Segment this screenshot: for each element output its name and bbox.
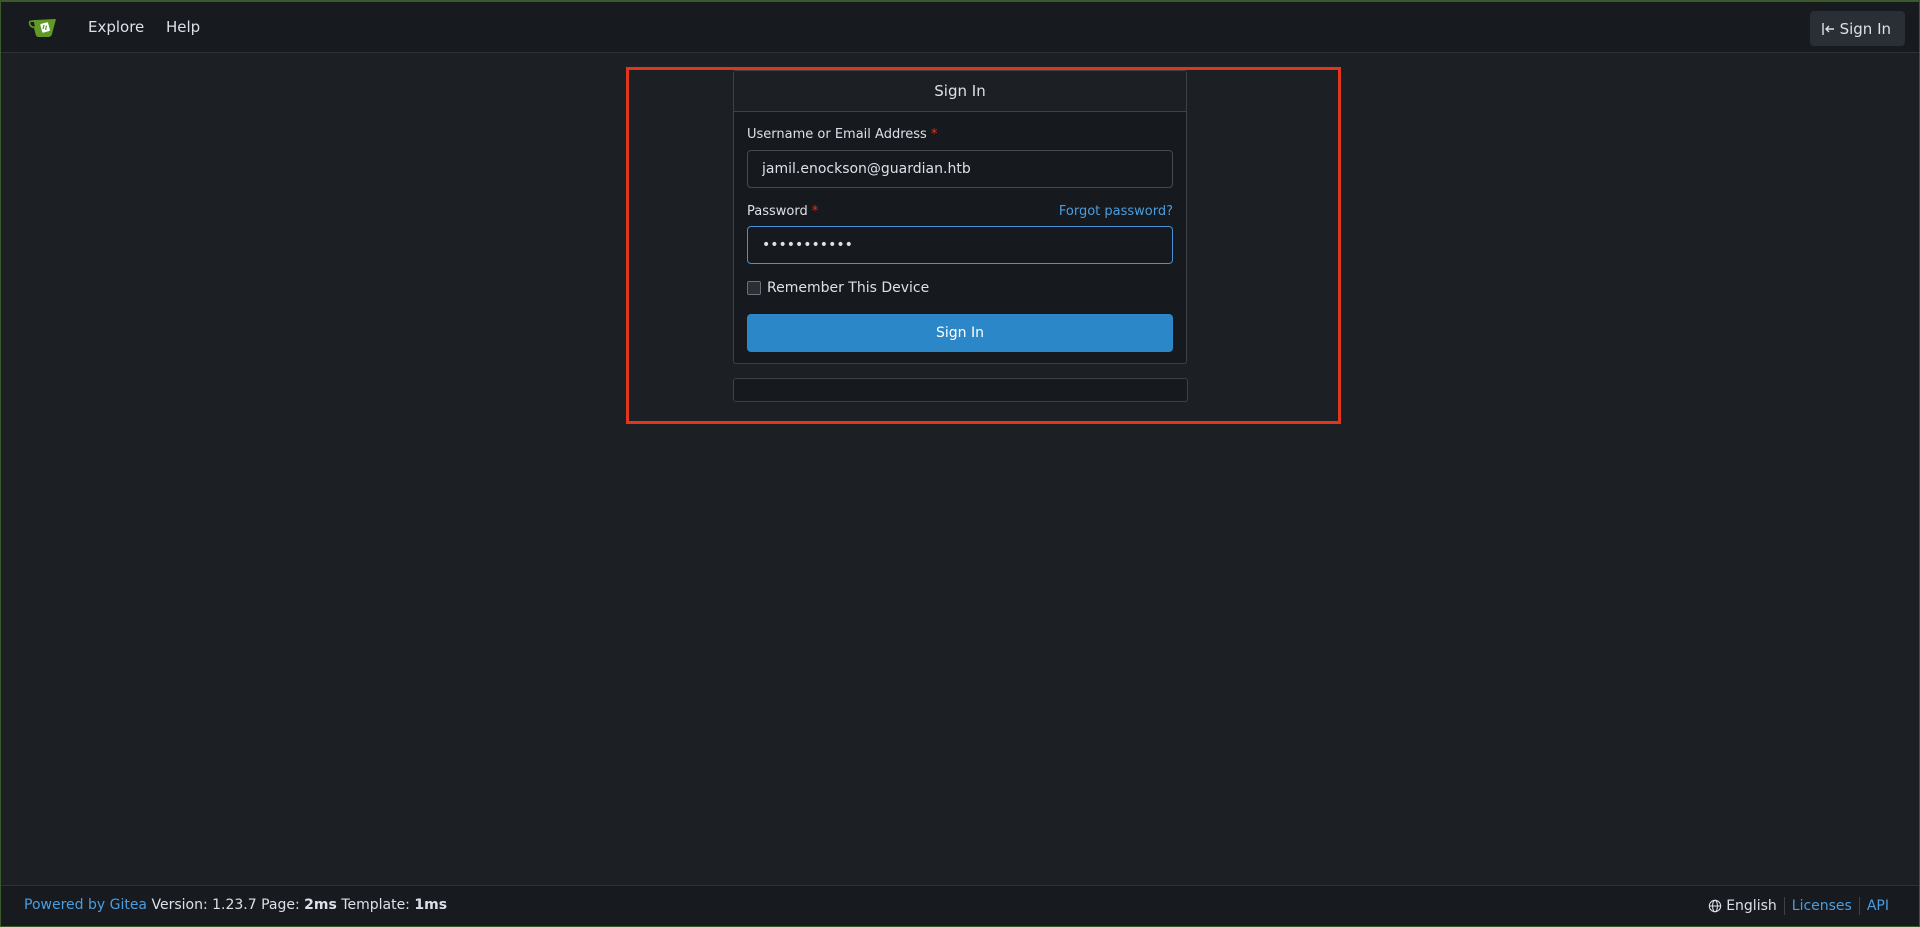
footer-info: Powered by Gitea Version: 1.23.7 Page: 2… bbox=[24, 897, 447, 913]
required-mark: * bbox=[811, 204, 819, 219]
required-mark: * bbox=[930, 127, 938, 142]
footer: Powered by Gitea Version: 1.23.7 Page: 2… bbox=[1, 885, 1919, 926]
version-text: Version: 1.23.7 Page: bbox=[151, 897, 300, 913]
globe-icon bbox=[1708, 899, 1722, 913]
nav-help-link[interactable]: Help bbox=[166, 18, 200, 36]
page-time: 2ms bbox=[304, 897, 337, 913]
nav-explore-link[interactable]: Explore bbox=[88, 18, 144, 36]
template-text: Template: bbox=[341, 897, 410, 913]
nav-signin-button[interactable]: Sign In bbox=[1809, 11, 1905, 46]
forgot-password-link[interactable]: Forgot password? bbox=[1059, 204, 1173, 219]
sign-in-icon bbox=[1821, 22, 1834, 35]
remember-device-row: Remember This Device bbox=[747, 280, 929, 296]
secondary-panel bbox=[733, 378, 1188, 402]
username-label-text: Username or Email Address bbox=[747, 127, 927, 142]
username-label: Username or Email Address * bbox=[747, 127, 937, 142]
remember-device-checkbox[interactable] bbox=[747, 281, 761, 295]
gitea-logo-icon[interactable] bbox=[27, 16, 59, 40]
remember-device-label[interactable]: Remember This Device bbox=[767, 280, 929, 296]
footer-links: English Licenses API bbox=[1708, 897, 1889, 915]
powered-by-gitea-link[interactable]: Powered by Gitea bbox=[24, 897, 147, 913]
navbar: Explore Help Sign In bbox=[1, 2, 1919, 53]
signin-card-header: Sign In bbox=[734, 71, 1186, 112]
signin-submit-label: Sign In bbox=[936, 325, 984, 341]
language-selector[interactable]: English bbox=[1708, 898, 1777, 914]
password-label: Password * bbox=[747, 204, 818, 219]
nav-signin-label: Sign In bbox=[1839, 19, 1891, 38]
username-input[interactable] bbox=[747, 150, 1173, 188]
api-link[interactable]: API bbox=[1867, 898, 1889, 914]
password-input[interactable] bbox=[747, 226, 1173, 264]
footer-divider bbox=[1858, 897, 1860, 915]
signin-title: Sign In bbox=[934, 82, 986, 100]
template-time: 1ms bbox=[414, 897, 448, 913]
licenses-link[interactable]: Licenses bbox=[1792, 898, 1852, 914]
language-label: English bbox=[1726, 898, 1777, 914]
password-label-text: Password bbox=[747, 204, 808, 219]
signin-submit-button[interactable]: Sign In bbox=[747, 314, 1173, 352]
signin-card: Sign In Username or Email Address* Passw… bbox=[733, 70, 1187, 364]
footer-divider bbox=[1783, 897, 1785, 915]
